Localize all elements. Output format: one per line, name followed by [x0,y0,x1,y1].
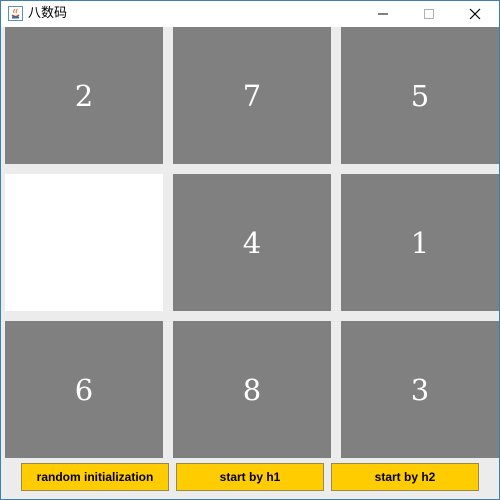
maximize-icon [424,9,434,19]
random-initialization-button[interactable]: random initialization [21,463,169,491]
puzzle-tile[interactable]: 4 [173,174,331,311]
start-h1-button[interactable]: start by h1 [176,463,324,491]
puzzle-tile[interactable]: 8 [173,321,331,458]
start-h2-button[interactable]: start by h2 [331,463,479,491]
maximize-button[interactable] [406,1,452,27]
puzzle-tile[interactable]: 6 [5,321,163,458]
app-window: 八数码 2 7 5 4 1 6 8 3 random initializatio… [0,0,500,500]
puzzle-tile[interactable]: 2 [5,27,163,164]
java-icon [8,6,23,21]
puzzle-tile[interactable]: 3 [341,321,499,458]
title-bar[interactable]: 八数码 [1,1,499,27]
puzzle-tile[interactable]: 1 [341,174,499,311]
blank-tile[interactable] [5,174,163,311]
close-button[interactable] [452,1,498,27]
window-title: 八数码 [28,6,68,21]
close-icon [469,8,481,20]
minimize-button[interactable] [360,1,406,27]
minimize-icon [378,13,388,15]
puzzle-tile[interactable]: 7 [173,27,331,164]
puzzle-tile[interactable]: 5 [341,27,499,164]
puzzle-panel: 2 7 5 4 1 6 8 3 random initialization st… [3,27,499,497]
